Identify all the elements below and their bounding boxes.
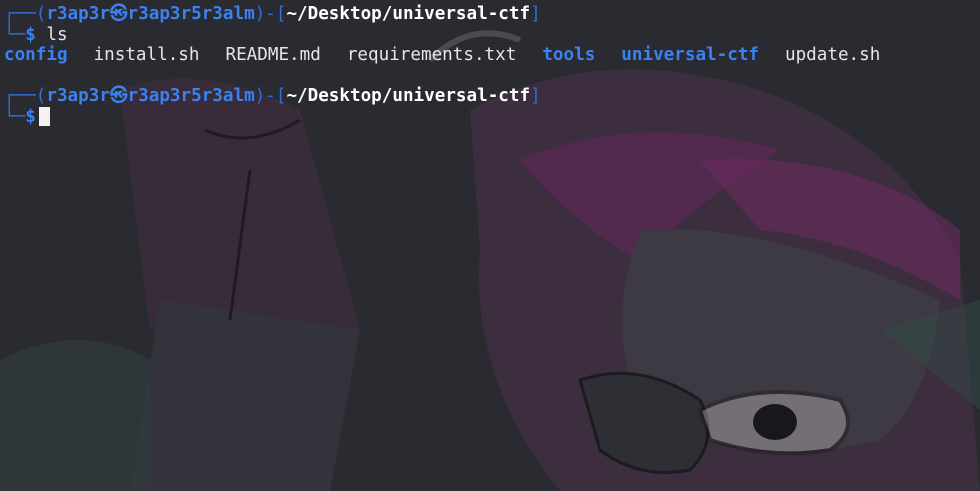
prompt-header-line: ┌──(r3ap3r㉿r3ap3r5r3alm)-[~/Desktop/univ… — [4, 4, 880, 25]
prompt-corner-bottom: └─ — [4, 24, 26, 45]
prompt-user: r3ap3r — [46, 86, 110, 106]
prompt-corner-bottom: └─ — [4, 106, 26, 127]
prompt-command-line: └─$ ls — [4, 25, 880, 46]
prompt-host: r3ap3r5r3alm — [127, 4, 255, 24]
file-entry: requirements.txt — [346, 45, 517, 65]
prompt-corner-top: ┌──( — [4, 4, 47, 24]
prompt-path: ~/Desktop/universal-ctf — [286, 4, 531, 24]
prompt-at-icon: ㉿ — [109, 4, 128, 24]
ls-output-line: config install.sh README.md requirements.tx… — [4, 45, 880, 66]
text-cursor — [38, 107, 50, 126]
prompt-command-line[interactable]: └─$ — [4, 107, 880, 128]
prompt-corner-top: ┌──( — [4, 86, 47, 106]
prompt-path: ~/Desktop/universal-ctf — [286, 86, 531, 106]
prompt-at-icon: ㉿ — [109, 86, 128, 106]
dir-entry: config — [4, 45, 68, 65]
file-entry: README.md — [225, 45, 321, 65]
dir-entry: universal-ctf — [621, 45, 759, 65]
prompt-host: r3ap3r5r3alm — [127, 86, 255, 106]
file-entry: install.sh — [93, 45, 200, 65]
prompt-separator: )-[ — [254, 86, 287, 106]
prompt-separator: )-[ — [254, 4, 287, 24]
prompt-close: ] — [530, 86, 541, 106]
prompt-header-line: ┌──(r3ap3r㉿r3ap3r5r3alm)-[~/Desktop/univ… — [4, 86, 880, 107]
dir-entry: tools — [542, 45, 596, 65]
prompt-close: ] — [530, 4, 541, 24]
command-text: ls — [35, 24, 68, 45]
prompt-symbol: $ — [25, 106, 36, 127]
terminal-output[interactable]: ┌──(r3ap3r㉿r3ap3r5r3alm)-[~/Desktop/univ… — [4, 4, 880, 127]
prompt-symbol: $ — [25, 24, 36, 45]
prompt-user: r3ap3r — [46, 4, 110, 24]
file-entry: update.sh — [785, 45, 881, 65]
